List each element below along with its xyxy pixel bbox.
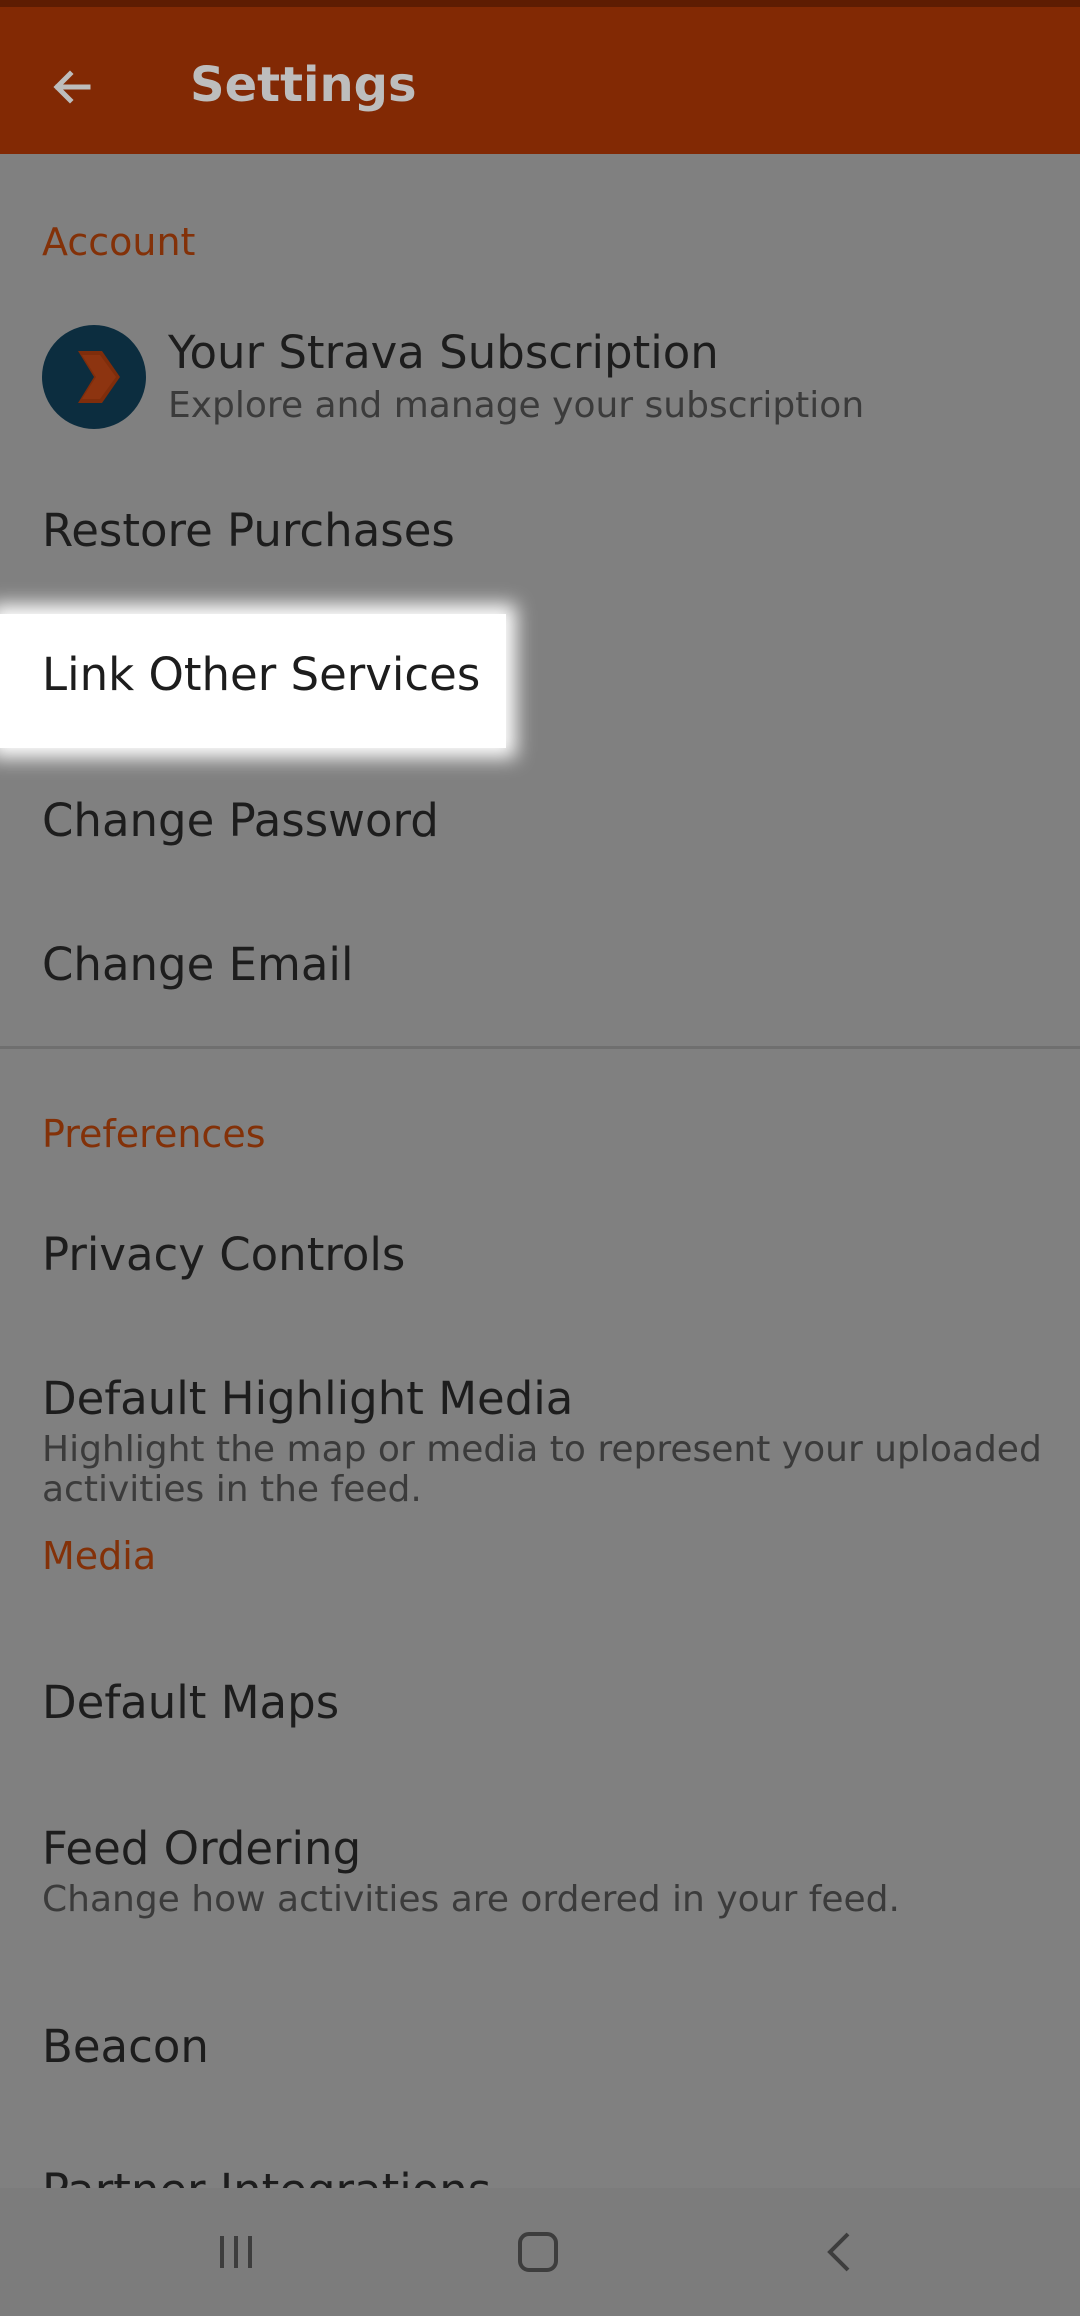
link-other-services-label: Link Other Services (42, 648, 481, 701)
recents-icon (220, 2236, 252, 2268)
change-password-label: Change Password (42, 794, 439, 847)
privacy-controls-label: Privacy Controls (42, 1228, 406, 1281)
home-button[interactable] (498, 2218, 578, 2286)
subscription-row[interactable]: Your Strava Subscription Explore and man… (0, 304, 1080, 464)
recents-button[interactable] (196, 2218, 276, 2286)
feed-ordering-subtitle: Change how activities are ordered in you… (42, 1879, 900, 1920)
section-divider (0, 1046, 1080, 1049)
back-button[interactable] (36, 51, 108, 123)
default-maps-row[interactable]: Default Maps (0, 1676, 1080, 1766)
change-email-label: Change Email (42, 938, 354, 991)
default-highlight-media-row[interactable]: Default Highlight Media Highlight the ma… (0, 1372, 1080, 1592)
arrow-left-icon (53, 70, 91, 104)
section-header-preferences: Preferences (42, 1112, 266, 1156)
default-maps-label: Default Maps (42, 1676, 340, 1729)
restore-purchases-label: Restore Purchases (42, 504, 455, 557)
default-highlight-media-value: Media (42, 1534, 157, 1578)
partner-integrations-row[interactable]: Partner Integrations (0, 2164, 1080, 2188)
section-header-account: Account (42, 220, 196, 264)
change-password-row[interactable]: Change Password (0, 794, 1080, 884)
default-highlight-media-title: Default Highlight Media (42, 1372, 574, 1425)
back-icon (827, 2232, 850, 2272)
page-title: Settings (190, 57, 417, 113)
subscription-title: Your Strava Subscription (168, 326, 719, 379)
strava-chevron-icon (42, 325, 146, 429)
beacon-label: Beacon (42, 2020, 209, 2073)
back-nav-button[interactable] (800, 2218, 880, 2286)
feed-ordering-title: Feed Ordering (42, 1822, 362, 1875)
restore-purchases-row[interactable]: Restore Purchases (0, 504, 1080, 594)
partner-integrations-label: Partner Integrations (42, 2164, 491, 2188)
app-bar: Settings (0, 0, 1080, 154)
feed-ordering-row[interactable]: Feed Ordering Change how activities are … (0, 1822, 1080, 1962)
system-nav-bar (0, 2188, 1080, 2316)
default-highlight-media-subtitle: Highlight the map or media to represent … (42, 1429, 1042, 1510)
settings-list[interactable]: Account Your Strava Subscription Explore… (0, 154, 1080, 2188)
subscription-subtitle: Explore and manage your subscription (168, 385, 865, 426)
beacon-row[interactable]: Beacon (0, 2020, 1080, 2110)
privacy-controls-row[interactable]: Privacy Controls (0, 1228, 1080, 1318)
link-other-services-row[interactable]: Link Other Services (0, 648, 1080, 738)
change-email-row[interactable]: Change Email (0, 938, 1080, 1028)
home-icon (518, 2232, 558, 2272)
